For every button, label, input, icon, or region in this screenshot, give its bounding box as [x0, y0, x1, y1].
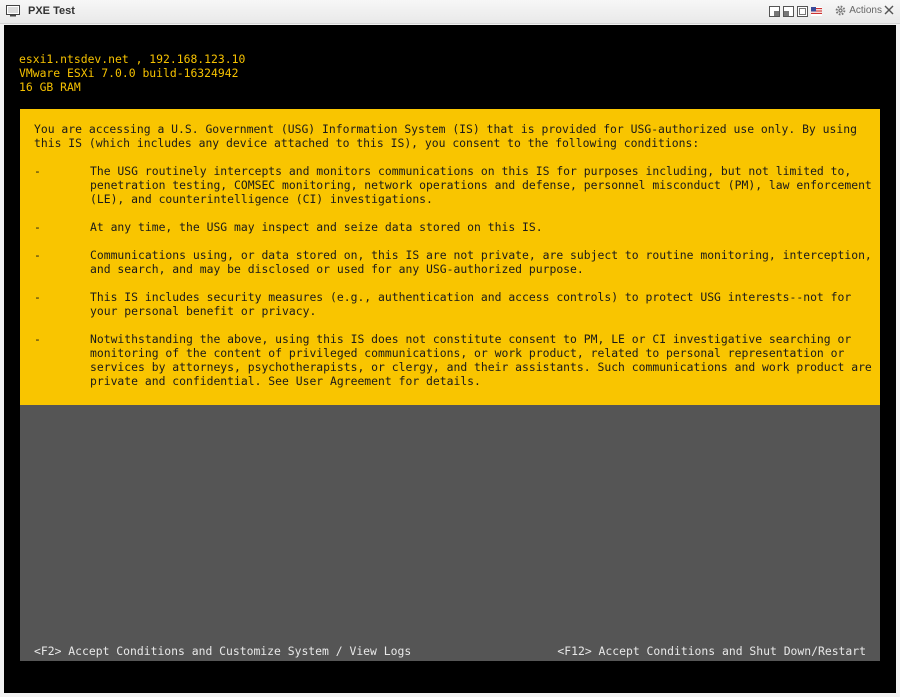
window-mode-icon[interactable]: [769, 6, 780, 17]
banner-bullet: - This IS includes security measures (e.…: [34, 290, 874, 318]
bullet-text: The USG routinely intercepts and monitor…: [90, 164, 879, 206]
host-line: esxi1.ntsdev.net , 192.168.123.10: [19, 52, 246, 66]
bullet-dash: -: [34, 332, 41, 346]
bullet-text: This IS includes security measures (e.g.…: [90, 290, 859, 318]
vm-console-window: PXE Test Actions esxi1.ntsdev.net , 192.…: [0, 0, 900, 697]
fullscreen-icon[interactable]: [797, 6, 808, 17]
login-banner: You are accessing a U.S. Government (USG…: [20, 109, 880, 405]
bullet-dash: -: [34, 220, 41, 234]
window-titlebar: PXE Test Actions: [0, 0, 900, 24]
console-window-icon: [6, 5, 20, 17]
actions-menu[interactable]: Actions: [835, 5, 882, 16]
banner-intro: You are accessing a U.S. Government (USG…: [34, 122, 864, 150]
gear-icon: [835, 5, 846, 16]
toolbar-icons: [769, 6, 822, 18]
banner-bullet: - Communications using, or data stored o…: [34, 248, 874, 276]
bullet-dash: -: [34, 290, 41, 304]
console-grey-area: [20, 405, 880, 661]
banner-bullet: - The USG routinely intercepts and monit…: [34, 164, 874, 206]
ram-line: 16 GB RAM: [19, 80, 81, 94]
bullet-text: At any time, the USG may inspect and sei…: [90, 220, 543, 234]
actions-label: Actions: [849, 5, 882, 16]
window-mode-icon-2[interactable]: [783, 6, 794, 17]
bullet-text: Notwithstanding the above, using this IS…: [90, 332, 879, 388]
version-line: VMware ESXi 7.0.0 build-16324942: [19, 66, 239, 80]
banner-bullet: - Notwithstanding the above, using this …: [34, 332, 874, 388]
banner-text: You are accessing a U.S. Government (USG…: [34, 122, 874, 402]
f2-customize-system-action[interactable]: <F2> Accept Conditions and Customize Sys…: [34, 644, 411, 658]
bullet-dash: -: [34, 164, 41, 178]
f12-shutdown-restart-action[interactable]: <F12> Accept Conditions and Shut Down/Re…: [557, 644, 866, 658]
bullet-text: Communications using, or data stored on,…: [90, 248, 879, 276]
bullet-dash: -: [34, 248, 41, 262]
banner-bullet: - At any time, the USG may inspect and s…: [34, 220, 874, 234]
dcui-console-screen[interactable]: esxi1.ntsdev.net , 192.168.123.10 VMware …: [4, 25, 896, 693]
close-icon[interactable]: [883, 4, 895, 16]
keyboard-layout-flag-icon[interactable]: [811, 6, 822, 17]
window-title: PXE Test: [28, 5, 75, 17]
host-info: esxi1.ntsdev.net , 192.168.123.10 VMware …: [19, 52, 245, 94]
